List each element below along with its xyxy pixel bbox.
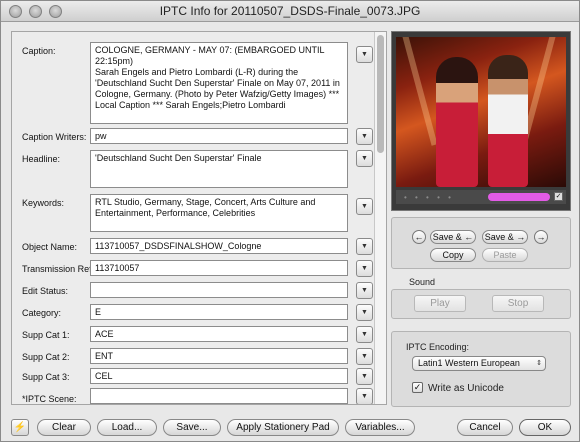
write-unicode-label: Write as Unicode: [428, 383, 504, 394]
zoom-window-icon[interactable]: [49, 5, 62, 18]
save-previous-button[interactable]: Save & ←: [430, 230, 476, 244]
sound-group: Play Stop: [391, 289, 571, 319]
iptc-scene-label: *IPTC Scene:: [22, 394, 77, 404]
clear-button[interactable]: Clear: [37, 419, 91, 436]
headline-dropdown-button[interactable]: ▼: [356, 150, 373, 167]
object-name-label: Object Name:: [22, 242, 78, 252]
keywords-dropdown-button[interactable]: ▼: [356, 198, 373, 215]
title-bar: IPTC Info for 20110507_DSDS-Finale_0073.…: [1, 1, 579, 22]
copy-button[interactable]: Copy: [430, 248, 476, 262]
supp-cat-2-field[interactable]: ENT: [90, 348, 348, 364]
transmission-ref-dropdown-button[interactable]: ▼: [356, 260, 373, 277]
minimize-window-icon[interactable]: [29, 5, 42, 18]
headline-field[interactable]: 'Deutschland Sucht Den Superstar' Finale: [90, 150, 348, 188]
fields-scrollbar[interactable]: [374, 32, 386, 404]
supp-cat-2-dropdown-button[interactable]: ▼: [356, 348, 373, 365]
ok-button[interactable]: OK: [519, 419, 571, 436]
iptc-encoding-label: IPTC Encoding:: [406, 342, 470, 352]
caption-field[interactable]: COLOGNE, GERMANY - MAY 07: (EMBARGOED UN…: [90, 42, 348, 124]
keywords-label: Keywords:: [22, 198, 65, 208]
chevron-down-icon: ▼: [361, 393, 368, 400]
object-name-dropdown-button[interactable]: ▼: [356, 238, 373, 255]
chevron-down-icon: ▼: [361, 353, 368, 360]
chevron-down-icon: ▼: [361, 331, 368, 338]
supp-cat-2-label: Supp Cat 2:: [22, 352, 70, 362]
iptc-scene-field[interactable]: [90, 388, 348, 404]
previous-arrow-button[interactable]: ←: [412, 230, 426, 244]
supp-cat-1-label: Supp Cat 1:: [22, 330, 70, 340]
cancel-button[interactable]: Cancel: [457, 419, 513, 436]
close-window-icon[interactable]: [9, 5, 22, 18]
play-button[interactable]: Play: [414, 295, 466, 312]
encoding-select[interactable]: Latin1 Western European ⇕: [412, 356, 546, 371]
transmission-ref-label: Transmission Ref:: [22, 264, 95, 274]
chevron-down-icon: ▼: [361, 287, 368, 294]
chevron-down-icon: ▼: [361, 203, 368, 210]
caption-writers-field[interactable]: pw: [90, 128, 348, 144]
select-arrows-icon: ⇕: [536, 360, 542, 367]
encoding-group: IPTC Encoding: Latin1 Western European ⇕…: [391, 331, 571, 407]
category-label: Category:: [22, 308, 62, 318]
chevron-down-icon: ▼: [361, 51, 368, 58]
apply-stationery-pad-button[interactable]: Apply Stationery Pad: [227, 419, 339, 436]
image-preview: • • • • • ✓: [391, 31, 571, 211]
chevron-down-icon: ▼: [361, 133, 368, 140]
supp-cat-3-field[interactable]: CEL: [90, 368, 348, 384]
iptc-scene-dropdown-button[interactable]: ▼: [356, 388, 373, 404]
write-unicode-checkbox[interactable]: ✓: [412, 382, 423, 393]
lightning-icon[interactable]: ⚡: [11, 419, 29, 436]
category-field[interactable]: E: [90, 304, 348, 320]
color-label-swatch[interactable]: [488, 193, 550, 201]
chevron-down-icon: ▼: [361, 309, 368, 316]
photo-figure-woman: [436, 57, 478, 187]
caption-writers-label: Caption Writers:: [22, 132, 87, 142]
caption-writers-dropdown-button[interactable]: ▼: [356, 128, 373, 145]
object-name-field[interactable]: 113710057_DSDSFINALSHOW_Cologne: [90, 238, 348, 254]
category-dropdown-button[interactable]: ▼: [356, 304, 373, 321]
save-button[interactable]: Save...: [163, 419, 221, 436]
chevron-down-icon: ▼: [361, 243, 368, 250]
encoding-selected-value: Latin1 Western European: [418, 358, 520, 368]
chevron-down-icon: ▼: [361, 155, 368, 162]
sound-section-title: Sound: [409, 277, 436, 287]
chevron-down-icon: ▼: [361, 265, 368, 272]
caption-dropdown-button[interactable]: ▼: [356, 46, 373, 63]
iptc-fields-panel[interactable]: Caption: COLOGNE, GERMANY - MAY 07: (EMB…: [11, 31, 387, 405]
transmission-ref-field[interactable]: 113710057: [90, 260, 348, 276]
scrollbar-thumb[interactable]: [377, 35, 384, 153]
stage-light: [400, 37, 438, 146]
supp-cat-3-label: Supp Cat 3:: [22, 372, 70, 382]
paste-button[interactable]: Paste: [482, 248, 528, 262]
edit-status-dropdown-button[interactable]: ▼: [356, 282, 373, 299]
edit-status-field[interactable]: [90, 282, 348, 298]
rating-dots[interactable]: • • • • •: [404, 193, 454, 202]
supp-cat-3-dropdown-button[interactable]: ▼: [356, 368, 373, 385]
stop-button[interactable]: Stop: [492, 295, 544, 312]
preview-controls: • • • • • ✓: [396, 190, 566, 204]
navigation-group: ← Save & ← Save & → → Copy Paste: [391, 217, 571, 269]
caption-label: Caption:: [22, 46, 56, 56]
supp-cat-1-field[interactable]: ACE: [90, 326, 348, 342]
keywords-field[interactable]: RTL Studio, Germany, Stage, Concert, Art…: [90, 194, 348, 232]
window-title: IPTC Info for 20110507_DSDS-Finale_0073.…: [159, 4, 421, 18]
supp-cat-1-dropdown-button[interactable]: ▼: [356, 326, 373, 343]
load-button[interactable]: Load...: [97, 419, 157, 436]
next-arrow-button[interactable]: →: [534, 230, 548, 244]
preview-check-icon[interactable]: ✓: [554, 192, 563, 201]
edit-status-label: Edit Status:: [22, 286, 69, 296]
iptc-info-window: IPTC Info for 20110507_DSDS-Finale_0073.…: [0, 0, 580, 442]
photo-figure-man: [488, 55, 528, 187]
chevron-down-icon: ▼: [361, 373, 368, 380]
variables-button[interactable]: Variables...: [345, 419, 415, 436]
preview-photo: [396, 37, 566, 187]
save-next-button[interactable]: Save & →: [482, 230, 528, 244]
headline-label: Headline:: [22, 154, 61, 164]
